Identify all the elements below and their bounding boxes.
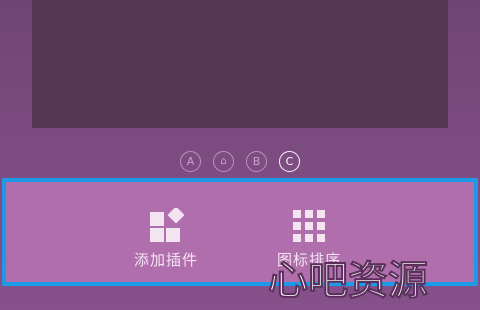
- add-widget-icon: [150, 208, 184, 242]
- add-widget-label: 添加插件: [133, 251, 198, 269]
- page-indicator: A ⌂ B C: [0, 151, 480, 177]
- watermark: 心吧资源: [267, 257, 429, 305]
- page-dot-c[interactable]: C: [279, 151, 300, 172]
- page-dot-home[interactable]: ⌂: [213, 151, 234, 172]
- add-widget-button[interactable]: 添加插件: [116, 208, 216, 278]
- page-dot-a[interactable]: A: [180, 151, 201, 172]
- home-screen-edit-view: A ⌂ B C 添加插件 图标排序 心吧资源: [0, 0, 480, 310]
- icon-grid-icon: [293, 210, 325, 242]
- page-dot-b[interactable]: B: [246, 151, 267, 172]
- screen-preview[interactable]: [32, 0, 448, 128]
